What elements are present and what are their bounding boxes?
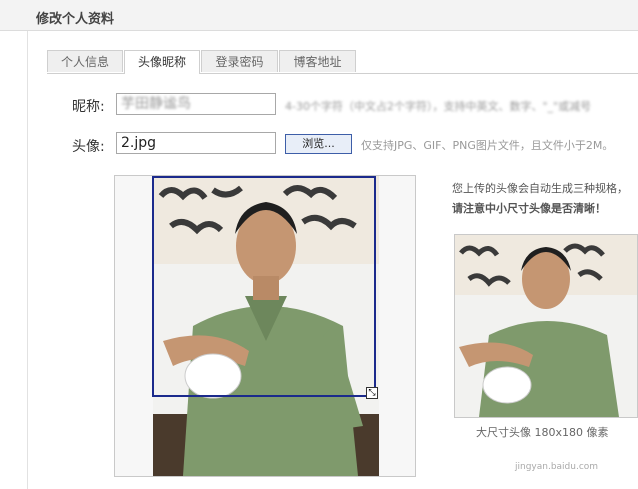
large-avatar-preview [454,234,638,418]
tab-personal-info[interactable]: 个人信息 [47,50,123,72]
watermark: jingyan.baidu.com [515,462,599,472]
tab-login-password[interactable]: 登录密码 [201,50,278,72]
crop-selection-box[interactable] [152,176,376,397]
page-title: 修改个人资料 [36,12,115,27]
resize-handle-icon[interactable]: ⤡ [366,387,378,399]
avatar-label: 头像: [72,139,105,155]
preview-caption: 大尺寸头像 180x180 像素 [476,426,609,439]
avatar-file-field[interactable]: 2.jpg [116,132,276,154]
tab-avatar-nickname[interactable]: 头像昵称 [124,50,200,74]
browse-button[interactable]: 浏览... [285,134,352,154]
nickname-hint: 4-30个字符（中文占2个字符），支持中英文、数字、"_"或减号 [285,100,592,113]
preview-photo [455,235,637,417]
preview-note-line1: 您上传的头像会自动生成三种规格， [452,182,628,195]
nickname-label: 昵称: [72,99,105,115]
tab-bar: 个人信息 头像昵称 登录密码 博客地址 [47,50,638,74]
nickname-field[interactable]: 芋田静谧鸟 [116,93,276,115]
preview-note-line2: 请注意中小尺寸头像是否清晰！ [452,202,606,215]
tab-blog-address[interactable]: 博客地址 [279,50,356,72]
nickname-value: 芋田静谧鸟 [121,96,191,112]
page-header: 修改个人资料 [0,0,638,31]
avatar-hint: 仅支持JPG、GIF、PNG图片文件，且文件小于2M。 [361,139,614,152]
left-divider [27,31,28,489]
